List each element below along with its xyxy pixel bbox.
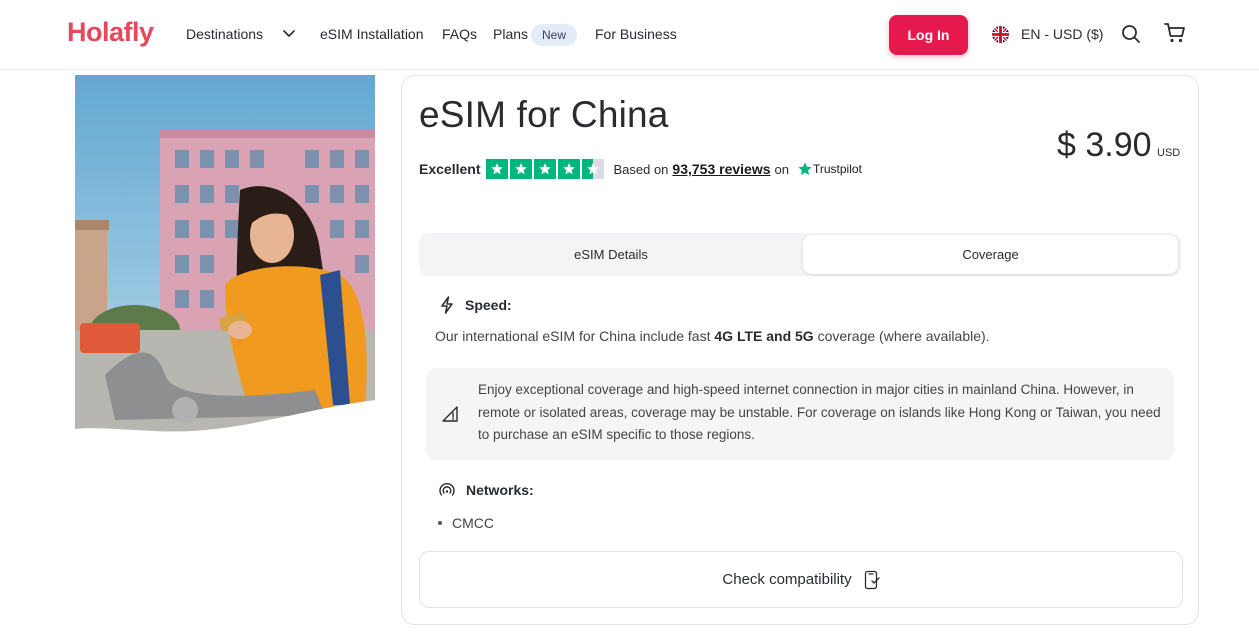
trustpilot-star-icon xyxy=(798,162,812,175)
hero-image xyxy=(75,75,375,432)
trustpilot-label: Trustpilot xyxy=(812,162,862,176)
based-on-text: Based on xyxy=(613,161,669,177)
weak-signal-icon xyxy=(442,406,458,422)
speed-heading-label: Speed: xyxy=(465,297,512,313)
new-badge: New xyxy=(531,24,577,46)
product-price: $ 3.90 xyxy=(1057,126,1152,164)
chevron-down-icon[interactable] xyxy=(283,29,295,39)
networks-heading-label: Networks: xyxy=(466,482,534,498)
nav-destinations[interactable]: Destinations xyxy=(186,26,263,42)
trustpilot-logo[interactable]: Trustpilot xyxy=(797,161,862,177)
star-icon xyxy=(534,159,557,179)
coverage-note-text: Enjoy exceptional coverage and high-spee… xyxy=(478,382,1161,442)
half-star-icon xyxy=(582,159,605,179)
nav-for-business[interactable]: For Business xyxy=(595,26,677,42)
speed-text-bold: 4G LTE and 5G xyxy=(714,328,814,344)
star-icon xyxy=(510,159,533,179)
coverage-note: Enjoy exceptional coverage and high-spee… xyxy=(426,368,1174,460)
speed-heading: Speed: xyxy=(439,296,512,314)
nav-esim-installation[interactable]: eSIM Installation xyxy=(320,26,424,42)
login-button[interactable]: Log In xyxy=(889,15,968,55)
network-list-item: CMCC xyxy=(438,515,494,531)
on-text: on xyxy=(774,161,789,177)
rating-stars xyxy=(486,159,605,179)
reviews-link[interactable]: 93,753 reviews xyxy=(672,161,770,177)
nav-plans[interactable]: Plans xyxy=(493,26,528,42)
price-currency: USD xyxy=(1157,147,1181,159)
trustpilot-rating: Excellent Based on 93,753 reviews on Tru… xyxy=(419,158,862,180)
networks-heading: Networks: xyxy=(438,481,534,499)
phone-check-icon xyxy=(864,570,880,589)
product-card: eSIM for China $ 3.90 USD Excellent Base… xyxy=(401,75,1199,625)
cart-icon[interactable] xyxy=(1163,21,1187,45)
speed-text-before: Our international eSIM for China include… xyxy=(435,328,715,344)
speed-description: Our international eSIM for China include… xyxy=(435,325,990,347)
search-icon[interactable] xyxy=(1120,23,1142,45)
holafly-logo[interactable]: Holafly xyxy=(67,17,154,48)
uk-flag-icon xyxy=(992,26,1009,43)
site-header: Holafly Destinations eSIM Installation F… xyxy=(0,0,1259,70)
lightning-icon xyxy=(441,296,453,314)
tab-esim-details[interactable]: eSIM Details xyxy=(421,235,801,274)
product-title: eSIM for China xyxy=(419,94,669,135)
speed-text-after: coverage (where available). xyxy=(813,328,990,344)
check-compatibility-button[interactable]: Check compatibility xyxy=(419,551,1183,608)
star-icon xyxy=(486,159,509,179)
star-icon xyxy=(558,159,581,179)
product-tabs: eSIM Details Coverage xyxy=(419,233,1181,276)
bullet-dot xyxy=(438,521,442,525)
signal-tower-icon xyxy=(439,483,455,496)
network-name: CMCC xyxy=(452,515,494,531)
tab-coverage[interactable]: Coverage xyxy=(803,235,1178,274)
nav-faqs[interactable]: FAQs xyxy=(442,26,477,42)
check-compatibility-label: Check compatibility xyxy=(722,571,852,588)
rating-label: Excellent xyxy=(419,161,481,177)
language-currency-selector[interactable]: EN - USD ($) xyxy=(1021,26,1103,42)
